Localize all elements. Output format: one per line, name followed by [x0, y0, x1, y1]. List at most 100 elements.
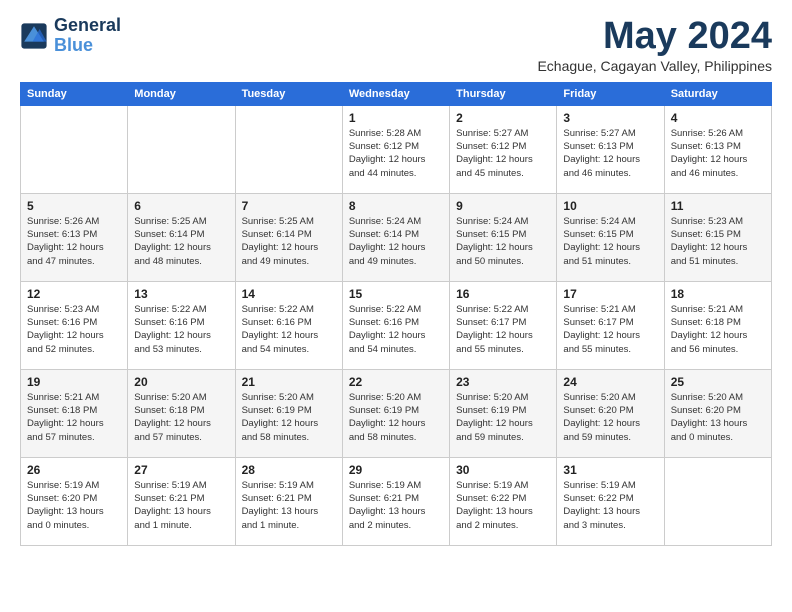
- calendar-cell: 10Sunrise: 5:24 AMSunset: 6:15 PMDayligh…: [557, 193, 664, 281]
- calendar-cell: 15Sunrise: 5:22 AMSunset: 6:16 PMDayligh…: [342, 281, 449, 369]
- day-number: 31: [563, 463, 657, 477]
- calendar-week-row: 26 Sunrise: 5:19 AMSunset: 6:20 PMDayligh…: [21, 457, 772, 545]
- day-number: 17: [563, 287, 657, 301]
- weekday-header-thursday: Thursday: [450, 82, 557, 105]
- day-number: 27: [134, 463, 228, 477]
- day-number: 13: [134, 287, 228, 301]
- calendar-cell: 11 Sunrise: 5:23 AMSunset: 6:15 PMDayligh…: [664, 193, 771, 281]
- day-info: Sunrise: 5:24 AMSunset: 6:15 PMDaylight:…: [563, 215, 657, 268]
- day-info: Sunrise: 5:28 AMSunset: 6:12 PMDaylight:…: [349, 127, 443, 180]
- calendar-cell: 18 Sunrise: 5:21 AMSunset: 6:18 PMDayligh…: [664, 281, 771, 369]
- header: General Blue May 2024 Echague, Cagayan V…: [20, 16, 772, 74]
- calendar-cell: 16 Sunrise: 5:22 AMSunset: 6:17 PMDayligh…: [450, 281, 557, 369]
- title-block: May 2024 Echague, Cagayan Valley, Philip…: [537, 16, 772, 74]
- calendar-cell: 14 Sunrise: 5:22 AMSunset: 6:16 PMDayligh…: [235, 281, 342, 369]
- calendar-cell: 1 Sunrise: 5:28 AMSunset: 6:12 PMDaylight…: [342, 105, 449, 193]
- calendar-week-row: 12Sunrise: 5:23 AMSunset: 6:16 PMDayligh…: [21, 281, 772, 369]
- day-info: Sunrise: 5:19 AMSunset: 6:22 PMDaylight:…: [456, 479, 550, 532]
- day-info: Sunrise: 5:19 AMSunset: 6:21 PMDaylight:…: [349, 479, 443, 532]
- day-info: Sunrise: 5:21 AMSunset: 6:17 PMDaylight:…: [563, 303, 657, 356]
- day-info: Sunrise: 5:19 AMSunset: 6:20 PMDaylight:…: [27, 479, 121, 532]
- calendar-cell: 20 Sunrise: 5:20 AMSunset: 6:18 PMDayligh…: [128, 369, 235, 457]
- day-number: 26: [27, 463, 121, 477]
- calendar-cell: 26 Sunrise: 5:19 AMSunset: 6:20 PMDayligh…: [21, 457, 128, 545]
- day-info: Sunrise: 5:22 AMSunset: 6:16 PMDaylight:…: [242, 303, 336, 356]
- day-number: 7: [242, 199, 336, 213]
- calendar-cell: 29 Sunrise: 5:19 AMSunset: 6:21 PMDayligh…: [342, 457, 449, 545]
- day-info: Sunrise: 5:20 AMSunset: 6:20 PMDaylight:…: [563, 391, 657, 444]
- logo: General Blue: [20, 16, 121, 56]
- day-number: 28: [242, 463, 336, 477]
- day-info: Sunrise: 5:22 AMSunset: 6:17 PMDaylight:…: [456, 303, 550, 356]
- logo-line2: Blue: [54, 36, 121, 56]
- calendar-cell: 13Sunrise: 5:22 AMSunset: 6:16 PMDayligh…: [128, 281, 235, 369]
- calendar-cell: 5Sunrise: 5:26 AMSunset: 6:13 PMDaylight…: [21, 193, 128, 281]
- day-number: 22: [349, 375, 443, 389]
- day-info: Sunrise: 5:19 AMSunset: 6:22 PMDaylight:…: [563, 479, 657, 532]
- day-number: 16: [456, 287, 550, 301]
- calendar-cell: [664, 457, 771, 545]
- day-number: 8: [349, 199, 443, 213]
- calendar-cell: 24Sunrise: 5:20 AMSunset: 6:20 PMDayligh…: [557, 369, 664, 457]
- calendar-cell: 17 Sunrise: 5:21 AMSunset: 6:17 PMDayligh…: [557, 281, 664, 369]
- calendar-cell: 4 Sunrise: 5:26 AMSunset: 6:13 PMDaylight…: [664, 105, 771, 193]
- logo-icon: [20, 22, 48, 50]
- day-info: Sunrise: 5:21 AMSunset: 6:18 PMDaylight:…: [671, 303, 765, 356]
- day-number: 4: [671, 111, 765, 125]
- day-info: Sunrise: 5:26 AMSunset: 6:13 PMDaylight:…: [27, 215, 121, 268]
- calendar-cell: 2Sunrise: 5:27 AMSunset: 6:12 PMDaylight…: [450, 105, 557, 193]
- day-number: 12: [27, 287, 121, 301]
- calendar-cell: 9 Sunrise: 5:24 AMSunset: 6:15 PMDaylight…: [450, 193, 557, 281]
- day-number: 1: [349, 111, 443, 125]
- day-number: 23: [456, 375, 550, 389]
- calendar-cell: 19 Sunrise: 5:21 AMSunset: 6:18 PMDayligh…: [21, 369, 128, 457]
- weekday-header-tuesday: Tuesday: [235, 82, 342, 105]
- day-number: 2: [456, 111, 550, 125]
- calendar-cell: [235, 105, 342, 193]
- day-info: Sunrise: 5:21 AMSunset: 6:18 PMDaylight:…: [27, 391, 121, 444]
- page-container: General Blue May 2024 Echague, Cagayan V…: [20, 16, 772, 546]
- day-number: 14: [242, 287, 336, 301]
- day-number: 11: [671, 199, 765, 213]
- calendar-cell: 21 Sunrise: 5:20 AMSunset: 6:19 PMDayligh…: [235, 369, 342, 457]
- calendar-week-row: 19 Sunrise: 5:21 AMSunset: 6:18 PMDayligh…: [21, 369, 772, 457]
- month-title: May 2024: [537, 16, 772, 58]
- weekday-header-row: SundayMondayTuesdayWednesdayThursdayFrid…: [21, 82, 772, 105]
- calendar-cell: 23Sunrise: 5:20 AMSunset: 6:19 PMDayligh…: [450, 369, 557, 457]
- day-number: 19: [27, 375, 121, 389]
- day-info: Sunrise: 5:20 AMSunset: 6:20 PMDaylight:…: [671, 391, 765, 444]
- calendar-cell: 27 Sunrise: 5:19 AMSunset: 6:21 PMDayligh…: [128, 457, 235, 545]
- calendar-cell: 28 Sunrise: 5:19 AMSunset: 6:21 PMDayligh…: [235, 457, 342, 545]
- calendar-cell: 22Sunrise: 5:20 AMSunset: 6:19 PMDayligh…: [342, 369, 449, 457]
- day-info: Sunrise: 5:23 AMSunset: 6:15 PMDaylight:…: [671, 215, 765, 268]
- day-info: Sunrise: 5:26 AMSunset: 6:13 PMDaylight:…: [671, 127, 765, 180]
- day-info: Sunrise: 5:19 AMSunset: 6:21 PMDaylight:…: [134, 479, 228, 532]
- day-info: Sunrise: 5:22 AMSunset: 6:16 PMDaylight:…: [349, 303, 443, 356]
- day-info: Sunrise: 5:19 AMSunset: 6:21 PMDaylight:…: [242, 479, 336, 532]
- calendar-cell: 30 Sunrise: 5:19 AMSunset: 6:22 PMDayligh…: [450, 457, 557, 545]
- calendar-cell: 12Sunrise: 5:23 AMSunset: 6:16 PMDayligh…: [21, 281, 128, 369]
- day-number: 3: [563, 111, 657, 125]
- day-number: 29: [349, 463, 443, 477]
- day-info: Sunrise: 5:24 AMSunset: 6:15 PMDaylight:…: [456, 215, 550, 268]
- day-number: 6: [134, 199, 228, 213]
- calendar-cell: 3 Sunrise: 5:27 AMSunset: 6:13 PMDaylight…: [557, 105, 664, 193]
- calendar-cell: 6Sunrise: 5:25 AMSunset: 6:14 PMDaylight…: [128, 193, 235, 281]
- calendar-week-row: 1 Sunrise: 5:28 AMSunset: 6:12 PMDaylight…: [21, 105, 772, 193]
- day-number: 20: [134, 375, 228, 389]
- weekday-header-monday: Monday: [128, 82, 235, 105]
- calendar-table: SundayMondayTuesdayWednesdayThursdayFrid…: [20, 82, 772, 546]
- weekday-header-saturday: Saturday: [664, 82, 771, 105]
- day-number: 18: [671, 287, 765, 301]
- calendar-week-row: 5Sunrise: 5:26 AMSunset: 6:13 PMDaylight…: [21, 193, 772, 281]
- day-number: 9: [456, 199, 550, 213]
- day-info: Sunrise: 5:27 AMSunset: 6:13 PMDaylight:…: [563, 127, 657, 180]
- day-number: 30: [456, 463, 550, 477]
- calendar-cell: 7Sunrise: 5:25 AMSunset: 6:14 PMDaylight…: [235, 193, 342, 281]
- day-info: Sunrise: 5:20 AMSunset: 6:19 PMDaylight:…: [242, 391, 336, 444]
- calendar-cell: 31 Sunrise: 5:19 AMSunset: 6:22 PMDayligh…: [557, 457, 664, 545]
- day-number: 21: [242, 375, 336, 389]
- weekday-header-friday: Friday: [557, 82, 664, 105]
- calendar-cell: 8Sunrise: 5:24 AMSunset: 6:14 PMDaylight…: [342, 193, 449, 281]
- day-info: Sunrise: 5:20 AMSunset: 6:18 PMDaylight:…: [134, 391, 228, 444]
